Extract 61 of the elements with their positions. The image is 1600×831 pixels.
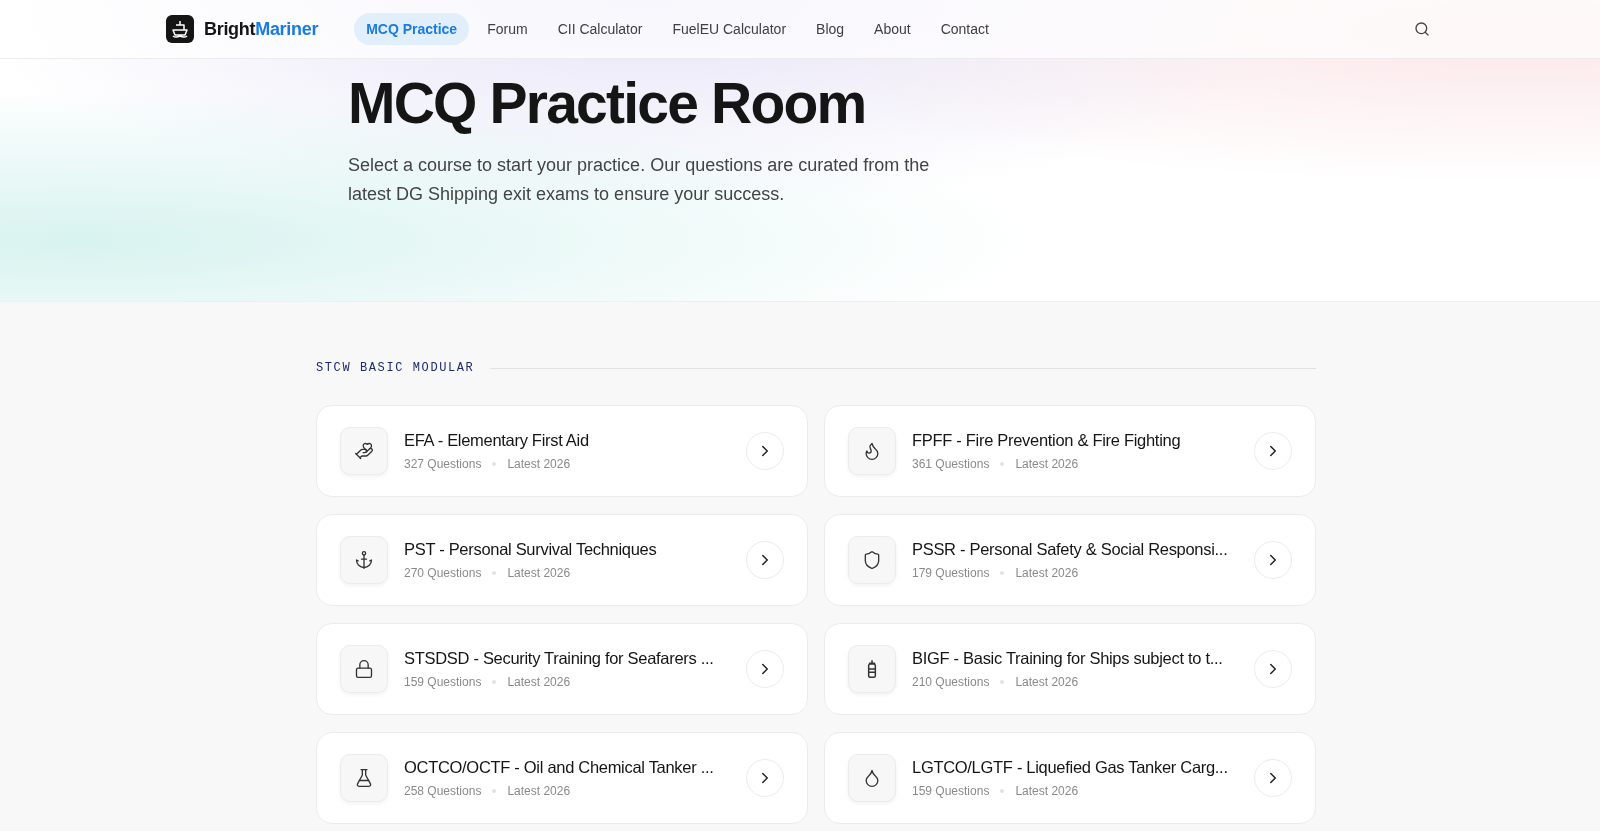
question-count: 327 Questions [404,457,482,471]
search-icon [1414,21,1430,37]
course-title: PSSR - Personal Safety & Social Responsi... [912,540,1229,559]
anchor-icon [340,536,388,584]
shield-icon [848,536,896,584]
course-card[interactable]: PST - Personal Survival Techniques 270 Questions Latest 2026 [316,514,808,606]
course-title: STSDSD - Security Training for Seafarers ... [404,649,715,668]
question-count: 179 Questions [912,566,990,580]
nav-link[interactable]: MCQ Practice [354,13,470,45]
droplet-icon [848,754,896,802]
course-card[interactable]: OCTCO/OCTF - Oil and Chemical Tanker ... 258 Questions Latest 2026 [316,732,808,824]
flame-icon [848,427,896,475]
course-card[interactable]: STSDSD - Security Training for Seafarers ... 159 Questions Latest 2026 [316,623,808,715]
open-course-button[interactable] [1254,650,1292,688]
course-card[interactable]: BIGF - Basic Training for Ships subject to t... 210 Questions Latest 2026 [824,623,1316,715]
section-label: STCW BASIC MODULAR [316,361,475,375]
course-card[interactable]: EFA - Elementary First Aid 327 Questions Latest 2026 [316,405,808,497]
course-title: OCTCO/OCTF - Oil and Chemical Tanker ... [404,758,715,777]
open-course-button[interactable] [1254,541,1292,579]
lock-icon [340,645,388,693]
ship-logo-icon [166,15,194,43]
course-title: LGTCO/LGTF - Liquefied Gas Tanker Carg... [912,758,1229,777]
nav-link[interactable]: About [862,13,923,45]
question-count: 159 Questions [912,784,990,798]
open-course-button[interactable] [746,541,784,579]
question-count: 361 Questions [912,457,990,471]
edition-label: Latest 2026 [1015,784,1079,798]
nav-link[interactable]: CII Calculator [545,13,655,45]
course-card[interactable]: FPFF - Fire Prevention & Fire Fighting 361 Questions Latest 2026 [824,405,1316,497]
open-course-button[interactable] [746,759,784,797]
page-subtitle: Select a course to start your practice. Our questions are curated from the latest DG Shipping exit exams to ensure your success. [348,153,931,206]
brand-logo[interactable]: BrightMariner [166,15,319,43]
question-count: 210 Questions [912,675,990,689]
nav-link[interactable]: Contact [928,13,1001,45]
edition-label: Latest 2026 [1015,566,1079,580]
gas-cylinder-icon [848,645,896,693]
course-title: PST - Personal Survival Techniques [404,540,658,559]
course-card[interactable]: LGTCO/LGTF - Liquefied Gas Tanker Carg... 159 Questions Latest 2026 [824,732,1316,824]
course-title: FPFF - Fire Prevention & Fire Fighting [912,431,1182,450]
open-course-button[interactable] [746,432,784,470]
nav-link[interactable]: FuelEU Calculator [660,13,799,45]
open-course-button[interactable] [1254,432,1292,470]
nav-link[interactable]: Blog [804,13,857,45]
open-course-button[interactable] [1254,759,1292,797]
edition-label: Latest 2026 [507,566,571,580]
edition-label: Latest 2026 [507,784,571,798]
course-card[interactable]: PSSR - Personal Safety & Social Responsi... 179 Questions Latest 2026 [824,514,1316,606]
page-title: MCQ Practice Room [348,71,867,137]
edition-label: Latest 2026 [1015,675,1079,689]
nav-link[interactable]: Forum [475,13,540,45]
question-count: 270 Questions [404,566,482,580]
question-count: 258 Questions [404,784,482,798]
edition-label: Latest 2026 [507,457,571,471]
question-count: 159 Questions [404,675,482,689]
edition-label: Latest 2026 [507,675,571,689]
flask-icon [340,754,388,802]
brand-name: BrightMariner [204,18,319,40]
course-title: EFA - Elementary First Aid [404,431,590,450]
edition-label: Latest 2026 [1015,457,1079,471]
open-course-button[interactable] [746,650,784,688]
course-title: BIGF - Basic Training for Ships subject to t... [912,649,1224,668]
